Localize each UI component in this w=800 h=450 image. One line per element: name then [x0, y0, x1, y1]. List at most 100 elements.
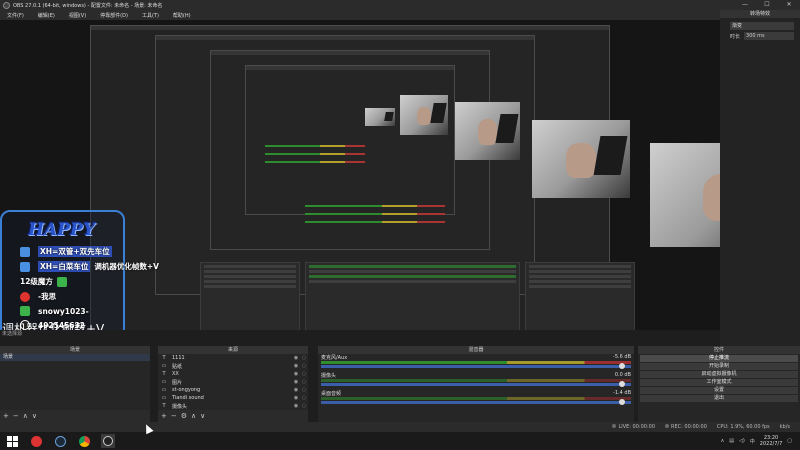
text-source-icon: T [162, 355, 166, 361]
cpu-status: CPU: 1.9%, 60.00 fps [716, 424, 770, 430]
scenes-list[interactable]: 场景 [0, 354, 150, 410]
nested-controls-panel [525, 262, 635, 330]
game-icon [20, 246, 30, 257]
transition-select[interactable]: 渐变 [730, 22, 794, 30]
add-scene-button[interactable]: + [3, 412, 9, 420]
scene-down-button[interactable]: ∨ [32, 412, 37, 420]
netease-music-icon[interactable] [29, 434, 43, 448]
wechat-icon [20, 306, 30, 316]
live-status: LIVE: 00:00:00 [612, 424, 655, 430]
visibility-eye-icon[interactable]: ◉ [292, 363, 300, 369]
wechat-icon [56, 276, 67, 287]
sources-list[interactable]: T 1111 ◉ ◌ ▭ 贴纸 ◉ ◌ T XX ◉ ◌ ▭ 图片 ◉ ◌ ▭ st-ongyong ◉ ◌ … [158, 354, 308, 410]
volume-slider[interactable] [321, 399, 631, 405]
remove-scene-button[interactable]: − [13, 412, 19, 420]
duration-input[interactable]: 300 ms [744, 32, 794, 40]
source-item[interactable]: ▭ 图片 ◉ ◌ [158, 378, 308, 386]
steam-icon[interactable] [53, 434, 67, 448]
lock-icon[interactable]: ◌ [300, 355, 308, 361]
lock-icon[interactable]: ◌ [300, 387, 308, 393]
lock-icon[interactable]: ◌ [300, 379, 308, 385]
channel-name: 麦克风/Aux [321, 355, 348, 361]
studio-mode-button[interactable]: 工作室模式 [640, 379, 798, 386]
source-item[interactable]: T 摄像头 ◉ ◌ [158, 402, 308, 410]
visibility-eye-icon[interactable]: ◉ [292, 403, 300, 409]
image-source-icon: ▭ [161, 387, 167, 393]
start-recording-button[interactable]: 开始录制 [640, 363, 798, 370]
lock-icon[interactable]: ◌ [300, 363, 308, 369]
settings-button[interactable]: 设置 [640, 387, 798, 394]
stop-streaming-button[interactable]: 停止推流 [640, 355, 798, 362]
no-source-selected-label: 未选择源 [2, 331, 23, 337]
source-settings-icon[interactable]: ⚙ [181, 412, 187, 420]
taskbar-clock[interactable]: 23:20 2022/7/7 [760, 435, 782, 447]
windows-start-icon[interactable] [5, 434, 19, 448]
transitions-header: 转场特效 [720, 10, 800, 18]
image-source-icon: ▭ [161, 395, 167, 401]
source-item[interactable]: T XX ◉ ◌ [158, 370, 308, 378]
volume-slider[interactable] [321, 363, 631, 369]
chrome-icon[interactable] [77, 434, 91, 448]
notification-icon[interactable]: ▢ [787, 438, 792, 444]
source-down-button[interactable]: ∨ [200, 412, 205, 420]
visibility-eye-icon[interactable]: ◉ [292, 355, 300, 361]
menu-docks[interactable]: 停靠部件(D) [93, 12, 135, 19]
system-tray: ∧ ▤ ◁) 中 23:20 2022/7/7 ▢ [721, 435, 800, 447]
source-up-button[interactable]: ∧ [191, 412, 196, 420]
visibility-eye-icon[interactable]: ◉ [292, 387, 300, 393]
visibility-eye-icon[interactable]: ◉ [292, 379, 300, 385]
menu-tools[interactable]: 工具(T) [135, 12, 166, 19]
source-item[interactable]: ▭ st-ongyong ◉ ◌ [158, 386, 308, 394]
happy-logo: HAPPY [28, 220, 95, 240]
source-item[interactable]: ▭ 贴纸 ◉ ◌ [158, 362, 308, 370]
overlay-line: 12级魔方 [20, 276, 75, 287]
network-icon[interactable]: ▤ [729, 438, 734, 444]
lock-icon[interactable]: ◌ [300, 403, 308, 409]
slider-knob[interactable] [619, 381, 625, 387]
volume-slider[interactable] [321, 381, 631, 387]
game-icon [20, 261, 30, 272]
scene-up-button[interactable]: ∧ [23, 412, 28, 420]
transitions-panel: 转场特效 渐变 时长 300 ms [720, 10, 800, 346]
camera-feed [365, 108, 395, 126]
source-item[interactable]: ▭ Tiandi sound ◉ ◌ [158, 394, 308, 402]
tray-chevron-icon[interactable]: ∧ [721, 438, 725, 444]
remove-source-button[interactable]: − [171, 412, 177, 420]
menu-view[interactable]: 视图(V) [62, 12, 93, 19]
overlay-caption: 调机器优化帧数+V [2, 322, 105, 330]
rec-dot-icon [665, 424, 670, 428]
overlay-line: XH=双管+双先车位 [20, 246, 112, 257]
add-source-button[interactable]: + [161, 412, 167, 420]
title-bar: OBS 27.0.1 (64-bit, windows) - 配置文件: 未命名… [0, 0, 800, 10]
overlay-line: XH=白菜车位 调机器优化帧数+V [20, 261, 159, 272]
start-virtual-camera-button[interactable]: 启动虚拟摄像机 [640, 371, 798, 378]
ime-icon[interactable]: 中 [750, 438, 755, 445]
mixer-panel: 麦克风/Aux -5.6 dB 摄像头 0.0 dB 桌面音频 -1.4 dB [318, 354, 634, 422]
lock-icon[interactable]: ◌ [300, 395, 308, 401]
channel-name: 桌面音频 [321, 391, 342, 397]
scene-item[interactable]: 场景 [0, 354, 150, 361]
lock-icon[interactable]: ◌ [300, 371, 308, 377]
minimize-button[interactable]: — [734, 0, 756, 10]
mixer-header: 混音器 [318, 346, 634, 354]
controls-panel: 停止推流 开始录制 启动虚拟摄像机 工作室模式 设置 退出 [638, 354, 800, 422]
duration-row: 时长 300 ms [730, 32, 794, 40]
slider-knob[interactable] [619, 363, 625, 369]
menu-help[interactable]: 帮助(H) [166, 12, 198, 19]
preview-canvas[interactable]: HAPPY XH=双管+双先车位 XH=白菜车位 调机器优化帧数+V 12级魔方… [0, 20, 720, 330]
menu-edit[interactable]: 编辑(E) [31, 12, 62, 19]
exit-button[interactable]: 退出 [640, 395, 798, 402]
maximize-button[interactable]: ☐ [756, 0, 778, 10]
close-button[interactable]: ✕ [778, 0, 800, 10]
visibility-eye-icon[interactable]: ◉ [292, 371, 300, 377]
controls-header: 控件 [638, 346, 800, 354]
nested-obs-frame [245, 65, 455, 215]
volume-icon[interactable]: ◁) [739, 438, 745, 444]
slider-knob[interactable] [619, 399, 625, 405]
mixer-channel: 麦克风/Aux -5.6 dB [318, 354, 634, 372]
channel-db: 0.0 dB [614, 372, 631, 378]
obs-taskbar-icon[interactable] [101, 434, 115, 448]
source-item[interactable]: T 1111 ◉ ◌ [158, 354, 308, 362]
menu-file[interactable]: 文件(F) [0, 12, 31, 19]
visibility-eye-icon[interactable]: ◉ [292, 395, 300, 401]
